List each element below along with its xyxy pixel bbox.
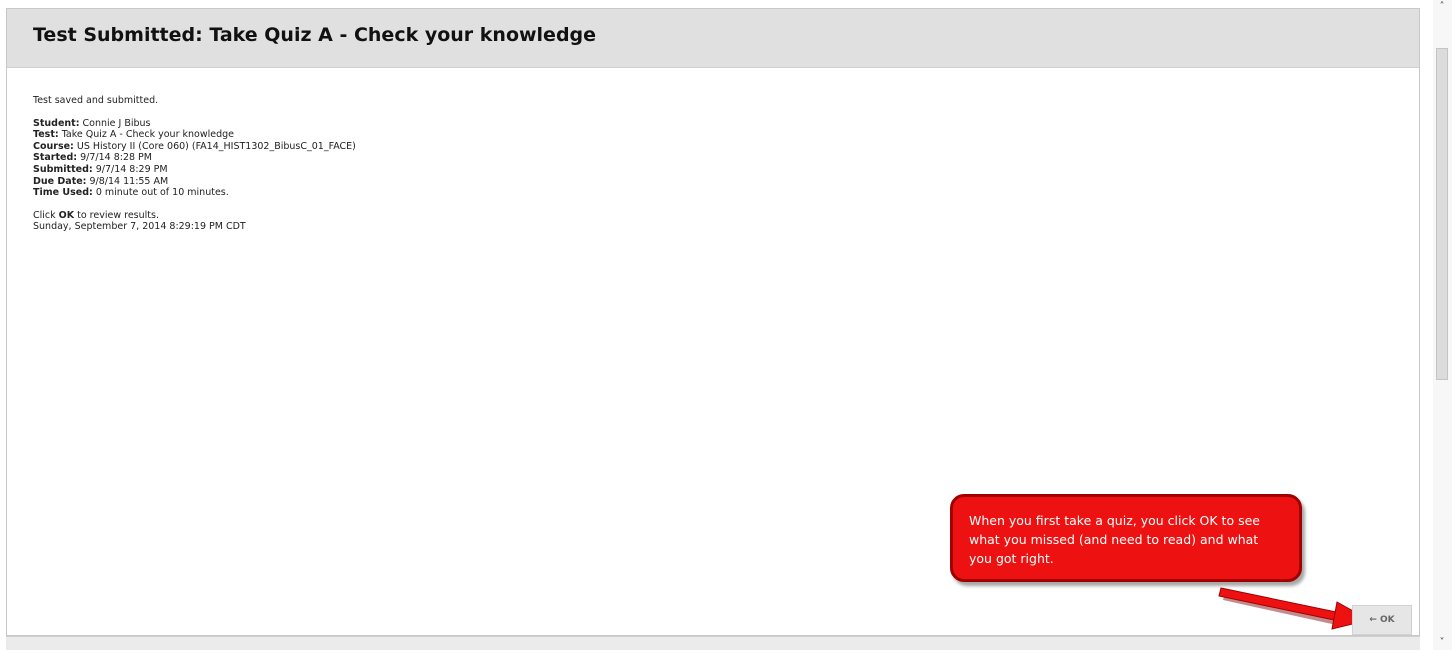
detail-value: 9/8/14 11:55 AM [86, 175, 169, 187]
detail-value: US History II (Core 060) (FA14_HIST1302_… [73, 140, 356, 152]
instruction-ok-emphasis: OK [58, 209, 75, 221]
saved-message: Test saved and submitted. [33, 95, 159, 106]
ok-button[interactable]: ← OK [1352, 605, 1412, 635]
detail-value: Take Quiz A - Check your knowledge [58, 129, 234, 141]
detail-label: Student: [33, 117, 80, 129]
detail-label: Time Used: [33, 187, 93, 199]
review-instruction: Click OK to review results. [33, 210, 356, 222]
detail-row-due-date: Due Date: 9/8/14 11:55 AM [33, 176, 356, 188]
submission-timestamp: Sunday, September 7, 2014 8:29:19 PM CDT [33, 221, 246, 233]
scroll-thumb[interactable] [1436, 48, 1448, 380]
scroll-up-icon[interactable]: ˄ [1436, 2, 1448, 12]
callout-arrow-icon [1218, 587, 1371, 630]
page-header: Test Submitted: Take Quiz A - Check your… [7, 9, 1419, 68]
instruction-prefix: Click [33, 209, 59, 221]
detail-value: 9/7/14 8:28 PM [77, 152, 152, 164]
detail-value: Connie J Bibus [79, 117, 151, 129]
footer-bar [6, 636, 1420, 650]
detail-value: 9/7/14 8:29 PM [92, 163, 168, 175]
detail-row-submitted: Submitted: 9/7/14 8:29 PM [33, 164, 356, 176]
callout-text: When you first take a quiz, you click OK… [969, 513, 1260, 566]
detail-label: Test: [33, 129, 59, 141]
submission-details: Test saved and submitted. Student: Conni… [33, 95, 356, 233]
detail-label: Course: [33, 140, 74, 152]
detail-value: 0 minute out of 10 minutes. [92, 187, 229, 199]
detail-label: Due Date: [33, 175, 87, 187]
detail-row-student: Student: Connie J Bibus [33, 118, 356, 130]
left-arrow-icon: ← [1369, 615, 1377, 625]
detail-label: Started: [33, 152, 78, 164]
instruction-suffix: to review results. [74, 209, 159, 221]
detail-label: Submitted: [33, 163, 93, 175]
vertical-scrollbar[interactable]: ˄ ˅ [1433, 0, 1452, 650]
scroll-down-icon[interactable]: ˅ [1436, 638, 1448, 648]
detail-row-test: Test: Take Quiz A - Check your knowledge [33, 129, 356, 141]
ok-button-label: OK [1379, 615, 1395, 625]
detail-row-time-used: Time Used: 0 minute out of 10 minutes. [33, 187, 356, 199]
detail-row-course: Course: US History II (Core 060) (FA14_H… [33, 141, 356, 153]
page-title: Test Submitted: Take Quiz A - Check your… [33, 24, 597, 46]
detail-row-started: Started: 9/7/14 8:28 PM [33, 152, 356, 164]
annotation-callout: When you first take a quiz, you click OK… [950, 494, 1302, 582]
